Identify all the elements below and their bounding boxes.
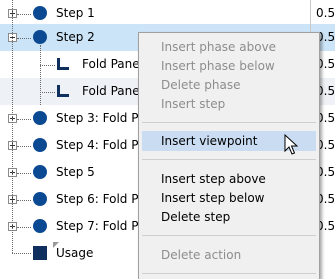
tree-line [12,253,31,254]
step-circle-icon [33,192,47,206]
tree-line [17,227,31,228]
action-label: Fold Panel [82,84,143,98]
step-circle-icon [33,219,47,233]
menu-separator [142,235,316,236]
action-label: Fold Panel [82,57,143,71]
usage-square-icon [33,246,47,260]
usage-label: Usage [56,246,94,260]
step-circle-icon [33,165,47,179]
tree-line [40,65,55,66]
menu-item-insert-step-above[interactable]: Insert step above [139,169,319,189]
menu-separator [142,273,316,274]
menu-item-insert-step[interactable]: Insert step [139,94,319,114]
menu-separator [142,159,316,160]
menu-item-delete-phase[interactable]: Delete phase [139,75,319,95]
step-circle-icon [33,138,47,152]
tree-row-step-1[interactable]: Step 1 0.5 [0,0,335,27]
action-bracket-icon [57,58,69,70]
tree-line [40,92,55,93]
menu-separator [142,122,316,123]
tree-line [17,119,31,120]
tree-line [17,38,31,39]
mouse-cursor-icon [284,134,298,155]
tree-line [17,200,31,201]
step-label: Step 5 [56,165,95,179]
action-bracket-icon [57,85,69,97]
menu-item-insert-phase-above[interactable]: Insert phase above [139,37,319,57]
tree-line [40,45,41,105]
tree-line [17,14,31,15]
menu-item-insert-phase-below[interactable]: Insert phase below [139,56,319,76]
step-duration: 0.5 [316,6,335,20]
tree-line [17,173,31,174]
menu-item-delete-action[interactable]: Delete action [139,245,319,265]
step-circle-icon [33,111,47,125]
tree-line [12,0,13,253]
tree-line [17,146,31,147]
step-circle-icon [33,30,47,44]
step-label: Step 1 [56,6,95,20]
menu-item-insert-step-below[interactable]: Insert step below [139,188,319,208]
step-label: Step 2 [56,30,95,44]
step-circle-icon [33,6,47,20]
menu-item-delete-step[interactable]: Delete step [139,207,319,227]
